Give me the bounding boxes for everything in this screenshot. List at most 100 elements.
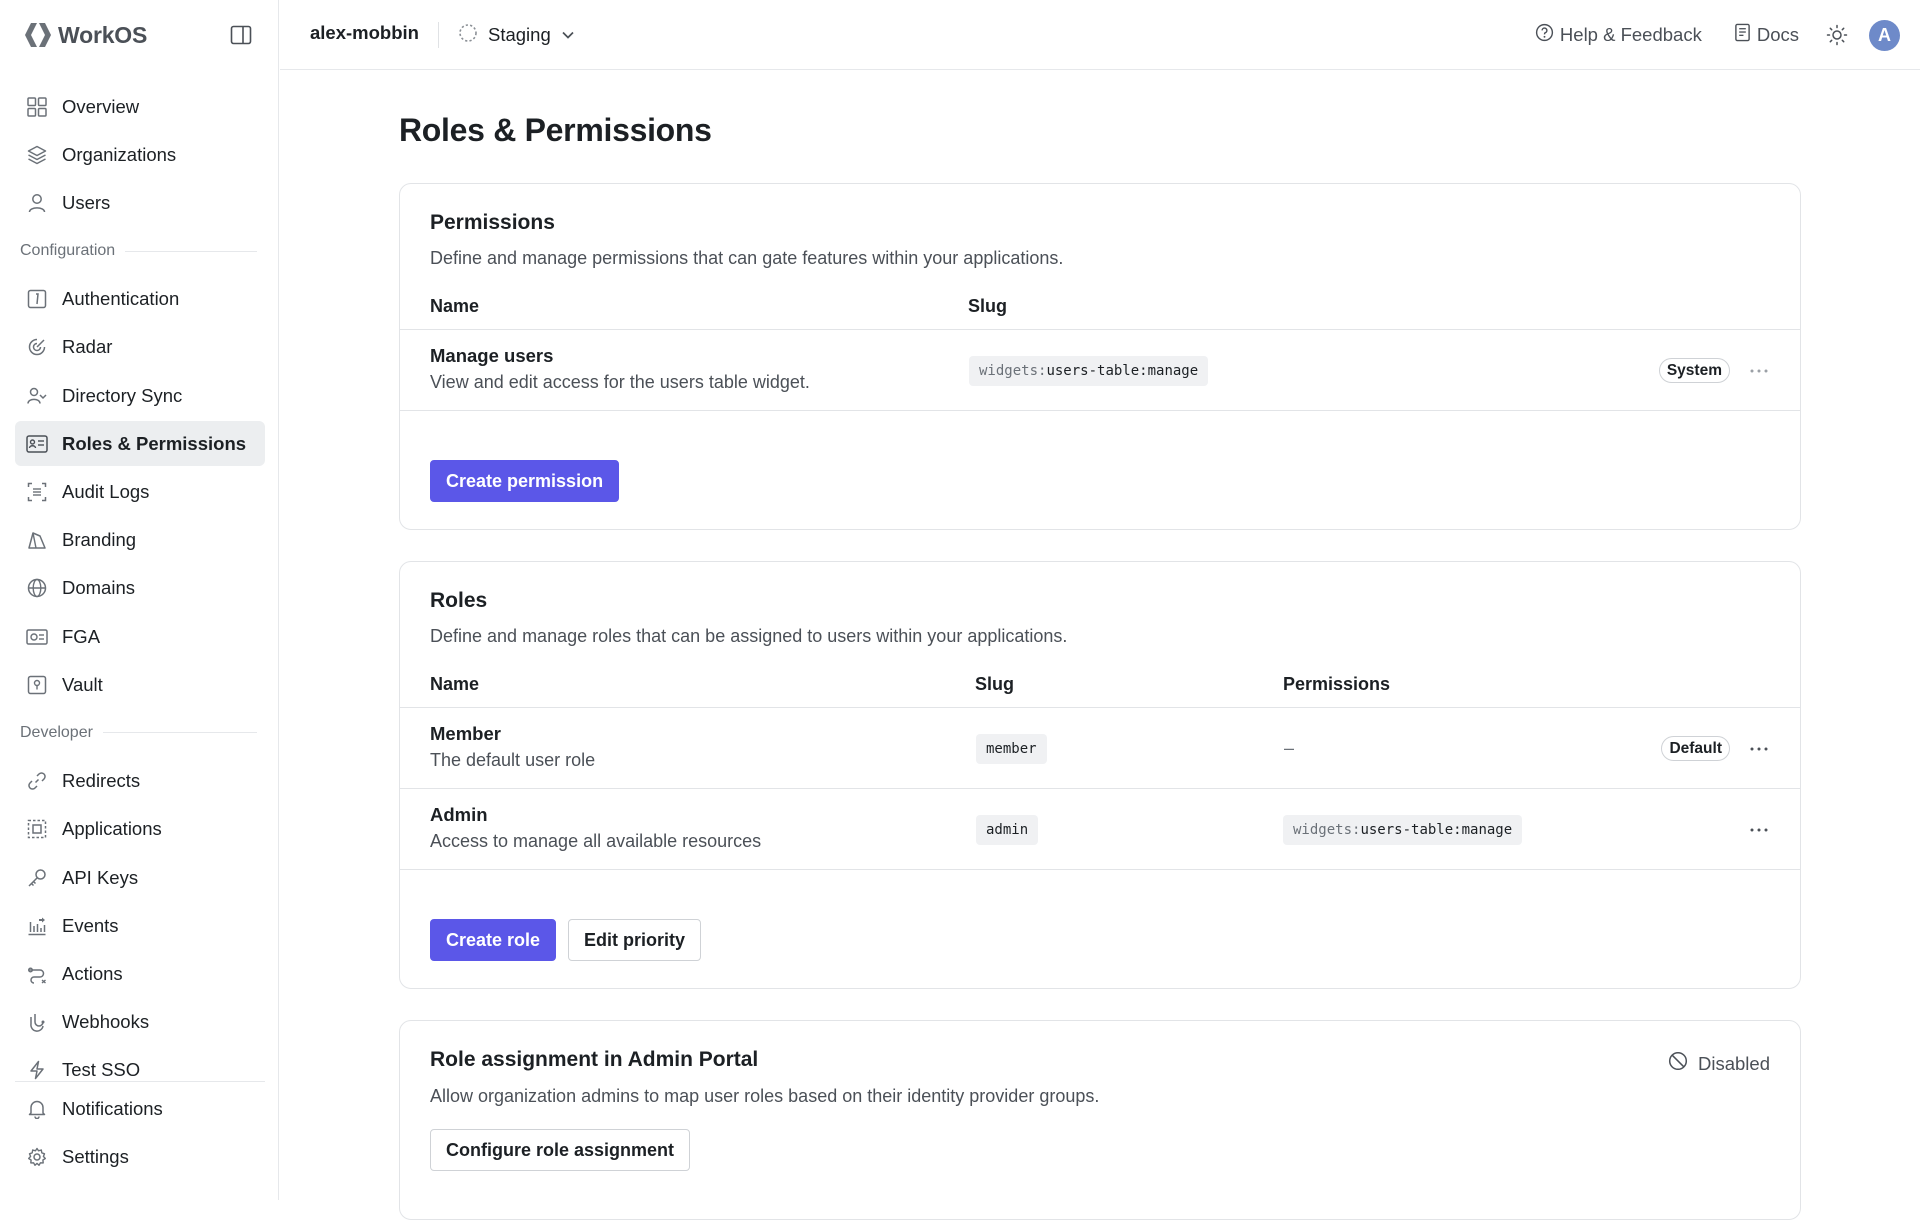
sidebar-item-directory-sync[interactable]: Directory Sync — [15, 373, 265, 418]
sun-icon — [1826, 24, 1848, 46]
sidebar-item-label: Webhooks — [62, 1011, 150, 1033]
help-feedback-link[interactable]: Help & Feedback — [1535, 23, 1702, 47]
edit-priority-button[interactable]: Edit priority — [568, 919, 702, 961]
roles-description: Define and manage roles that can be assi… — [430, 626, 1068, 646]
role-assignment-card: Role assignment in Admin Portal Allow or… — [399, 1020, 1801, 1220]
permissions-description: Define and manage permissions that can g… — [430, 248, 1064, 268]
sidebar-item-audit-logs[interactable]: Audit Logs — [15, 470, 265, 515]
sidebar-item-label: Radar — [62, 336, 113, 358]
column-permissions: Permissions — [1283, 674, 1391, 694]
table-row: Admin Access to manage all available res… — [400, 789, 1800, 870]
branding-icon — [26, 529, 48, 551]
default-badge: Default — [1661, 736, 1730, 761]
sidebar-item-roles-permissions[interactable]: Roles & Permissions — [15, 421, 265, 467]
sidebar-item-vault[interactable]: Vault — [15, 662, 265, 707]
sidebar-item-label: FGA — [62, 625, 101, 647]
slug-rest: users-table:manage — [1360, 822, 1513, 838]
sidebar-item-label: Test SSO — [62, 1059, 141, 1080]
create-role-button[interactable]: Create role — [430, 919, 557, 961]
chevron-down-icon — [561, 30, 575, 40]
topbar-divider — [438, 22, 439, 48]
sidebar-toggle-button[interactable] — [228, 22, 254, 48]
more-horizontal-icon — [1750, 747, 1768, 751]
disabled-icon — [1668, 1051, 1688, 1076]
vault-icon — [26, 674, 48, 696]
configure-role-assignment-button[interactable]: Configure role assignment — [430, 1129, 691, 1171]
roles-title: Roles — [430, 589, 488, 612]
column-name: Name — [430, 674, 480, 694]
actions-icon — [26, 963, 48, 985]
avatar[interactable]: A — [1869, 19, 1900, 51]
row-menu-button[interactable] — [1746, 736, 1772, 762]
sidebar-item-label: Branding — [62, 529, 137, 551]
permissions-title: Permissions — [430, 211, 555, 234]
sidebar-item-users[interactable]: Users — [15, 180, 265, 225]
sidebar-bottom: Notifications Settings — [15, 1081, 265, 1182]
sidebar-item-webhooks[interactable]: Webhooks — [15, 1000, 265, 1045]
sidebar-item-overview[interactable]: Overview — [15, 84, 265, 129]
sidebar-item-label: Redirects — [62, 770, 141, 792]
sidebar-item-label: Users — [62, 191, 111, 213]
environment-label: Staging — [488, 24, 551, 45]
workos-logo-icon — [24, 21, 52, 49]
sidebar-item-label: Settings — [62, 1145, 129, 1167]
sidebar-item-events[interactable]: Events — [15, 903, 265, 948]
sidebar-item-fga[interactable]: FGA — [15, 614, 265, 659]
role-name: Member — [430, 723, 501, 744]
role-slug: member — [976, 734, 1047, 764]
gear-icon — [26, 1146, 48, 1168]
link-icon — [26, 770, 48, 792]
user-icon — [26, 192, 48, 214]
sidebar-item-domains[interactable]: Domains — [15, 566, 265, 611]
column-name: Name — [430, 296, 480, 316]
sidebar-item-api-keys[interactable]: API Keys — [15, 855, 265, 900]
sidebar-item-label: Events — [62, 914, 119, 936]
key-icon — [26, 867, 48, 889]
role-name: Admin — [430, 804, 488, 825]
topbar-actions: Help & Feedback Docs A — [1503, 18, 1900, 52]
docs-link[interactable]: Docs — [1734, 23, 1799, 47]
sidebar-item-organizations[interactable]: Organizations — [15, 132, 265, 177]
sidebar-item-actions[interactable]: Actions — [15, 951, 265, 996]
sidebar-item-label: Directory Sync — [62, 384, 183, 406]
role-assignment-status: Disabled — [1668, 1051, 1770, 1076]
sidebar-item-label: Actions — [62, 962, 123, 984]
create-permission-button[interactable]: Create permission — [430, 460, 620, 502]
webhooks-icon — [26, 1011, 48, 1033]
roles-permissions-icon — [26, 433, 48, 455]
brand[interactable]: WorkOS — [24, 18, 147, 52]
theme-toggle-button[interactable] — [1825, 23, 1849, 47]
role-description: Access to manage all available resources — [430, 831, 762, 851]
sidebar-item-label: Overview — [62, 95, 140, 117]
help-feedback-label: Help & Feedback — [1559, 24, 1702, 45]
row-menu-button[interactable] — [1746, 817, 1772, 843]
sidebar-item-applications[interactable]: Applications — [15, 807, 265, 852]
sidebar-item-label: Organizations — [62, 143, 177, 165]
bell-icon — [26, 1098, 48, 1120]
column-slug: Slug — [968, 296, 1007, 316]
sidebar-item-branding[interactable]: Branding — [15, 518, 265, 563]
sidebar-item-settings[interactable]: Settings — [15, 1134, 265, 1179]
permission-slug: widgets: users-table:manage — [969, 356, 1209, 386]
sidebar-item-authentication[interactable]: Authentication — [15, 277, 265, 322]
sidebar-item-test-sso[interactable]: Test SSO — [15, 1048, 265, 1080]
role-assignment-title: Role assignment in Admin Portal — [430, 1048, 759, 1071]
sidebar-item-redirects[interactable]: Redirects — [15, 759, 265, 804]
sidebar-item-label: API Keys — [62, 866, 139, 888]
column-slug: Slug — [975, 674, 1014, 694]
events-icon — [26, 915, 48, 937]
team-name[interactable]: alex-mobbin — [310, 22, 419, 44]
layers-icon — [26, 144, 48, 166]
section-label: Configuration — [20, 242, 116, 260]
section-developer: Developer — [15, 710, 265, 755]
status-label: Disabled — [1698, 1052, 1770, 1074]
sidebar-item-notifications[interactable]: Notifications — [15, 1086, 265, 1131]
permissions-card: Permissions Define and manage permission… — [399, 183, 1801, 530]
sidebar-toggle-icon — [230, 25, 252, 45]
row-menu-button[interactable] — [1746, 358, 1772, 384]
overview-icon — [26, 96, 48, 118]
roles-table-header: Name Slug Permissions — [400, 659, 1800, 708]
section-divider — [102, 732, 257, 734]
sidebar-item-radar[interactable]: Radar — [15, 325, 265, 370]
environment-selector[interactable]: Staging — [458, 21, 575, 49]
